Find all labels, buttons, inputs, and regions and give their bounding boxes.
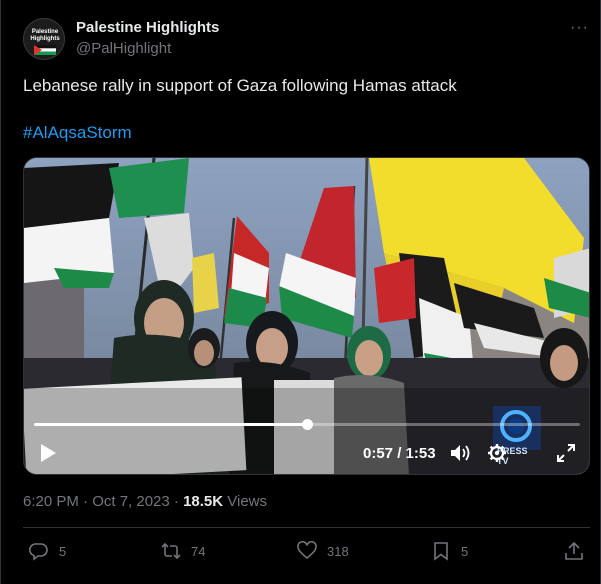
heart-icon — [297, 541, 317, 560]
tweet-text: Lebanese rally in support of Gaza follow… — [23, 76, 457, 95]
flag-icon — [34, 45, 56, 55]
play-icon[interactable] — [38, 442, 58, 464]
tweet-card: Palestine Highlights Palestine Highlights… — [0, 0, 601, 584]
tweet-timestamp[interactable]: 6:20 PM · Oct 7, 2023 · — [23, 493, 183, 510]
views-count: 18.5K — [183, 493, 224, 510]
share-button[interactable] — [564, 540, 584, 562]
bookmark-icon — [434, 542, 448, 561]
volume-icon[interactable] — [450, 443, 472, 463]
tweet-meta: 6:20 PM · Oct 7, 2023 · 18.5K Views — [23, 493, 267, 510]
bookmark-count: 5 — [461, 543, 469, 559]
author-handle[interactable]: @PalHighlight — [76, 40, 171, 57]
views-label: Views — [223, 493, 268, 510]
like-button[interactable]: 318 — [297, 540, 349, 562]
reply-icon — [29, 543, 48, 561]
video-progress-thumb[interactable] — [302, 419, 313, 430]
video-progress-bar[interactable] — [34, 419, 580, 430]
retweet-count: 74 — [191, 543, 206, 559]
hashtag-link[interactable]: #AlAqsaStorm — [23, 123, 132, 143]
video-time: 0:57 / 1:53 — [363, 445, 436, 462]
video-progress-fill — [34, 423, 307, 426]
like-count: 318 — [327, 543, 349, 559]
reply-count: 5 — [59, 543, 67, 559]
avatar-label: Palestine Highlights — [30, 29, 60, 42]
video-player[interactable]: PRESS TV 0:57 / 1:53 — [23, 157, 590, 475]
author-display-name[interactable]: Palestine Highlights — [76, 19, 219, 36]
avatar[interactable]: Palestine Highlights — [23, 18, 65, 60]
retweet-button[interactable]: 74 — [161, 540, 205, 562]
settings-icon[interactable] — [487, 443, 507, 463]
share-icon — [565, 541, 583, 560]
more-options-icon[interactable]: ··· — [570, 20, 590, 36]
retweet-icon — [161, 542, 181, 560]
fullscreen-icon[interactable] — [557, 444, 575, 462]
bookmark-button[interactable]: 5 — [431, 540, 468, 562]
reply-button[interactable]: 5 — [29, 540, 66, 562]
divider — [23, 527, 590, 528]
